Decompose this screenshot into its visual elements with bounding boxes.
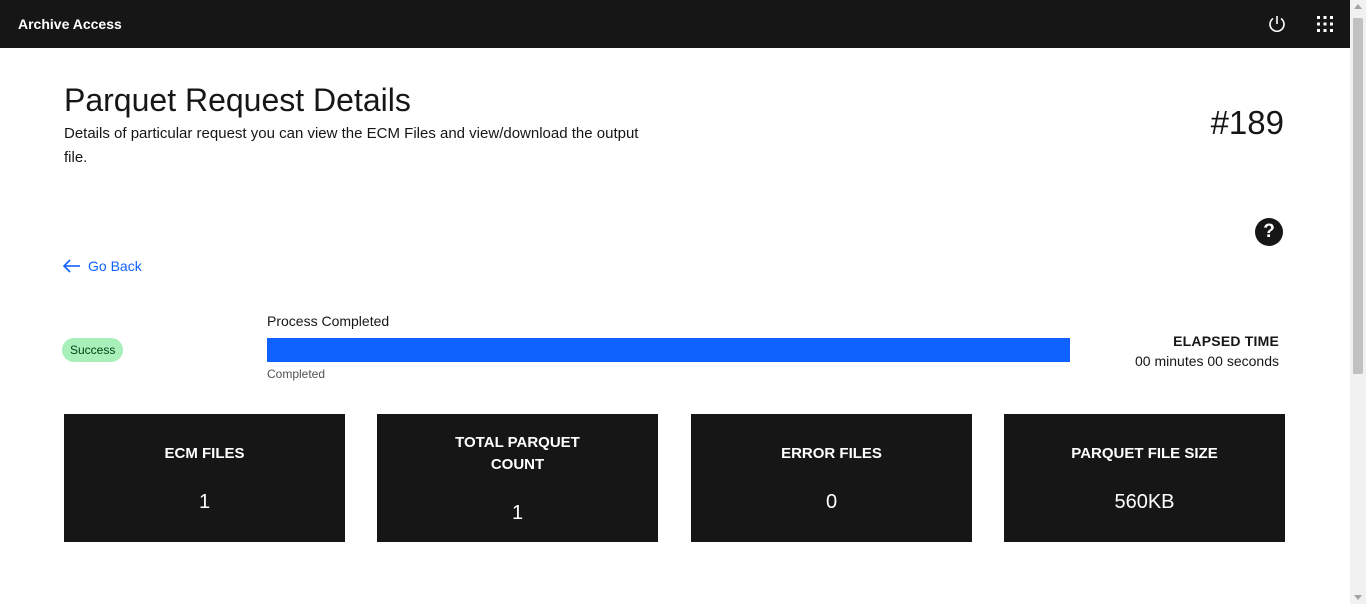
app-switcher-button[interactable] (1301, 0, 1349, 48)
tile-value: 0 (825, 490, 838, 513)
tile-parquet-file-size: PARQUET FILE SIZE 560KB (1004, 414, 1285, 542)
elapsed-time-title: ELAPSED TIME (1173, 333, 1279, 349)
tile-label: TOTAL PARQUET COUNT (455, 433, 580, 473)
tile-label: ERROR FILES (781, 444, 882, 462)
help-button[interactable]: ? (1255, 218, 1283, 246)
tile-error-files: ERROR FILES 0 (691, 414, 972, 542)
tile-label: ECM FILES (164, 444, 245, 462)
tile-total-parquet-count: TOTAL PARQUET COUNT 1 (377, 414, 658, 542)
go-back-link[interactable]: Go Back (62, 258, 142, 274)
go-back-label: Go Back (88, 258, 142, 274)
progress-bar (267, 338, 1070, 362)
power-icon (1269, 16, 1285, 32)
page-title: Parquet Request Details (64, 82, 411, 118)
tile-label: PARQUET FILE SIZE (1071, 444, 1218, 462)
scroll-up-arrow-icon[interactable] (1354, 4, 1362, 9)
request-number: #189 (1210, 104, 1284, 141)
tile-value: 1 (511, 501, 524, 524)
vertical-scrollbar[interactable] (1350, 0, 1366, 604)
power-button[interactable] (1253, 0, 1301, 48)
elapsed-time-value: 00 minutes 00 seconds (1135, 353, 1279, 369)
arrow-left-icon (62, 259, 80, 273)
tile-value: 560KB (1114, 490, 1175, 513)
top-header: Archive Access (0, 0, 1350, 48)
tile-ecm-files: ECM FILES 1 (64, 414, 345, 542)
question-mark-icon: ? (1263, 221, 1275, 242)
app-switcher-icon (1317, 16, 1333, 32)
app-title[interactable]: Archive Access (18, 16, 122, 32)
status-badge: Success (62, 338, 124, 362)
tile-value: 1 (198, 490, 211, 513)
scrollbar-thumb[interactable] (1353, 18, 1363, 374)
progress-bar-fill (267, 338, 1070, 362)
page-description: Details of particular request you can vi… (64, 125, 639, 166)
progress-label: Process Completed (267, 313, 390, 329)
scroll-down-arrow-icon[interactable] (1354, 595, 1362, 600)
progress-helper-text: Completed (267, 367, 326, 381)
